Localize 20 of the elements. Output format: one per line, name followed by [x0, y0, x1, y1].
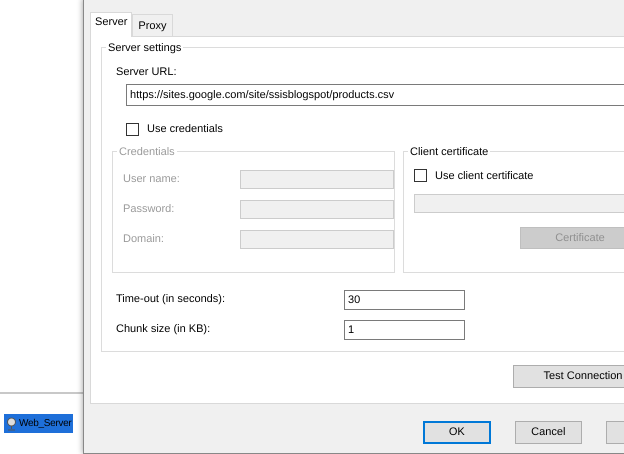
tab[interactable]: Server	[90, 12, 132, 36]
dialog-button[interactable]: Cancel	[514, 420, 582, 444]
url-input-field[interactable]: https://sites.google.com/site/ssisblogspot/products.csv	[126, 84, 624, 106]
tab[interactable]: Proxy	[132, 14, 173, 36]
field-label: Chunk size (in KB):	[116, 322, 212, 338]
field-label: Password:	[123, 202, 176, 217]
checkbox[interactable]	[126, 122, 139, 136]
checkbox[interactable]	[414, 169, 427, 182]
input-field[interactable]	[414, 194, 624, 213]
checkbox-label: Use client certificate	[435, 168, 534, 184]
tree-item[interactable]: Web_Server	[4, 414, 74, 433]
checkbox-label: Use credentials	[147, 122, 223, 137]
field-label: Domain:	[123, 232, 165, 247]
input-field[interactable]: 1	[344, 320, 465, 340]
dialog-button[interactable]: OK	[423, 420, 491, 444]
field-label: Time-out (in seconds):	[116, 292, 226, 308]
field-label: Server URL:	[116, 64, 178, 80]
input-field[interactable]: 30	[344, 290, 465, 310]
field-label: User name:	[123, 172, 181, 187]
test-connection-button[interactable]: Test Connection	[513, 364, 624, 388]
